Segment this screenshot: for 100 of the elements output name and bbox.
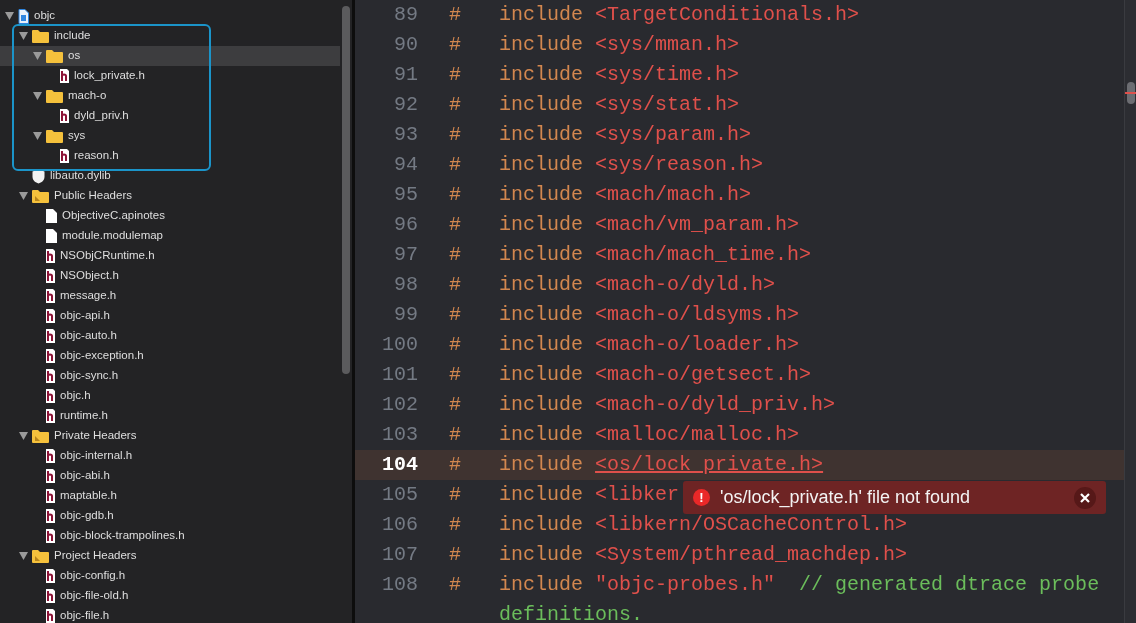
tree-item[interactable]: objc-api.h [0,306,340,326]
disclosure-icon[interactable] [19,192,28,200]
tree-item[interactable]: libauto.dylib [0,166,340,186]
tree-item[interactable]: NSObject.h [0,266,340,286]
tree-item[interactable]: include [0,26,340,46]
preprocessor-hash: # [449,572,462,598]
preprocessor-hash: # [449,212,462,238]
line-number: 95 [393,182,418,208]
header-file-icon [46,449,55,463]
include-path: <mach-o/getsect.h> [595,363,812,386]
scrollbar-track[interactable] [1124,0,1136,623]
tree-item[interactable]: runtime.h [0,406,340,426]
tree-item[interactable]: sys [0,126,340,146]
tree-item[interactable]: objc-file.h [0,606,340,623]
preprocessor-hash: # [449,182,462,208]
folder-icon [32,189,49,203]
tree-item[interactable]: objc-exception.h [0,346,340,366]
tree-item[interactable]: maptable.h [0,486,340,506]
header-file-icon [46,329,55,343]
preprocessor-hash: # [449,32,462,58]
keyword: include [499,273,583,296]
disclosure-icon[interactable] [19,552,28,560]
tree-item[interactable]: module.modulemap [0,226,340,246]
preprocessor-hash: # [449,302,462,328]
preprocessor-hash: # [449,362,462,388]
preprocessor-hash: # [449,542,462,568]
tree-item[interactable]: objc-block-trampolines.h [0,526,340,546]
tree-item[interactable]: ObjectiveC.apinotes [0,206,340,226]
preprocessor-hash: # [449,122,462,148]
header-file-icon [46,289,55,303]
keyword: include [499,33,583,56]
header-file-icon [46,389,55,403]
header-file-icon [60,109,69,123]
tree-item[interactable]: objc-sync.h [0,366,340,386]
keyword: include [499,333,583,356]
tree-item[interactable]: objc-auto.h [0,326,340,346]
header-file-icon [46,529,55,543]
tree-item[interactable]: Private Headers [0,426,340,446]
document-icon [46,209,57,223]
tree-item[interactable]: reason.h [0,146,340,166]
preprocessor-hash: # [449,482,462,508]
preprocessor-hash: # [449,152,462,178]
include-path: <sys/reason.h> [595,153,764,176]
tree-item[interactable]: NSObjCRuntime.h [0,246,340,266]
header-file-icon [46,249,55,263]
line-number: 107 [381,542,418,568]
tree-item[interactable]: message.h [0,286,340,306]
tree-item[interactable]: objc-internal.h [0,446,340,466]
tree-item[interactable]: Project Headers [0,546,340,566]
keyword: include [499,513,583,536]
tree-item[interactable]: objc.h [0,386,340,406]
close-icon [1080,492,1090,503]
tree-item[interactable]: objc-abi.h [0,466,340,486]
tree-item[interactable]: objc-file-old.h [0,586,340,606]
disclosure-icon[interactable] [33,132,42,140]
disclosure-icon[interactable] [33,92,42,100]
header-file-icon [46,349,55,363]
tree-item[interactable]: dyld_priv.h [0,106,340,126]
tree-item[interactable]: Public Headers [0,186,340,206]
disclosure-icon[interactable] [5,12,14,20]
folder-icon [32,429,49,443]
header-file-icon [46,609,55,623]
include-path: <sys/mman.h> [595,33,740,56]
tree-item[interactable]: objc-gdb.h [0,506,340,526]
keyword: include [499,393,583,416]
header-file-icon [46,469,55,483]
folder-icon [46,49,63,63]
tree-item[interactable]: objc [0,6,340,26]
scrollbar-thumb[interactable] [342,6,350,374]
keyword: include [499,243,583,266]
tree-item[interactable]: lock_private.h [0,66,340,86]
preprocessor-hash: # [449,242,462,268]
include-path: <mach/vm_param.h> [595,213,800,236]
keyword: include [499,453,583,476]
include-path: <TargetConditionals.h> [595,3,860,26]
close-button[interactable] [1074,486,1096,509]
header-file-icon [46,369,55,383]
include-path: <mach-o/dyld_priv.h> [595,393,836,416]
preprocessor-hash: # [449,512,462,538]
folder-icon [32,549,49,563]
keyword: include [499,3,583,26]
include-path: <mach-o/dyld.h> [595,273,776,296]
tree-item[interactable]: os [0,46,340,66]
include-path: <sys/param.h> [595,123,752,146]
include-path: <System/pthread_machdep.h> [595,543,908,566]
disclosure-icon[interactable] [33,52,42,60]
keyword: include [499,63,583,86]
header-file-icon [60,149,69,163]
include-path: <malloc/malloc.h> [595,423,800,446]
tree-item[interactable]: objc-config.h [0,566,340,586]
error-marker [1125,92,1136,94]
disclosure-icon[interactable] [19,32,28,40]
code-line: include "objc-probes.h" // generated dtrace probe definitions. [499,572,1101,623]
line-number: 99 [393,302,418,328]
line-number: 94 [393,152,418,178]
line-number: 98 [393,272,418,298]
tree-item[interactable]: mach-o [0,86,340,106]
include-path: <libkern/OSCacheControl.h> [595,513,908,536]
disclosure-icon[interactable] [19,432,28,440]
include-path: <mach-o/ldsyms.h> [595,303,800,326]
